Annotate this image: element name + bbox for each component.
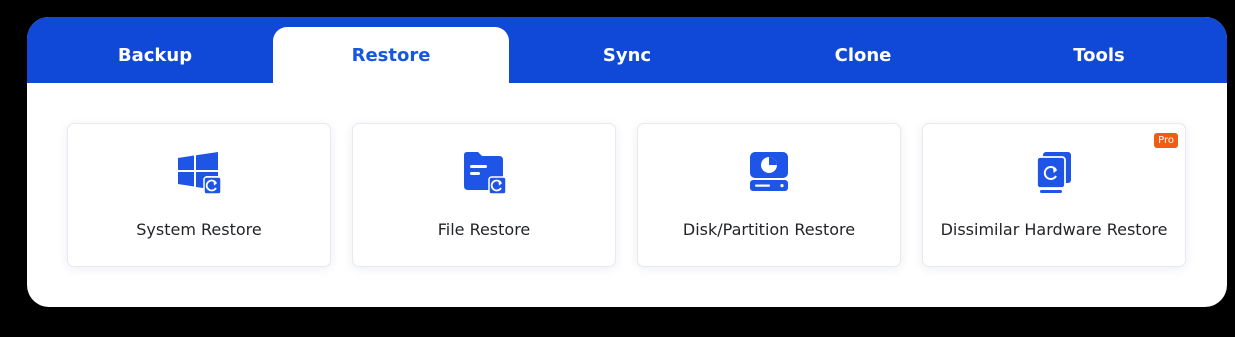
system-restore-card[interactable]: System Restore xyxy=(67,123,331,267)
file-restore-label: File Restore xyxy=(437,220,531,239)
pro-badge: Pro xyxy=(1154,133,1178,148)
tab-restore[interactable]: Restore xyxy=(273,27,509,83)
tab-clone[interactable]: Clone xyxy=(745,27,981,83)
tab-tools[interactable]: Tools xyxy=(981,27,1217,83)
hardware-restore-icon xyxy=(1031,150,1077,196)
tab-sync[interactable]: Sync xyxy=(509,27,745,83)
disk-partition-restore-card[interactable]: Disk/Partition Restore xyxy=(637,123,901,267)
disk-partition-icon xyxy=(746,150,792,196)
dissimilar-hardware-restore-label: Dissimilar Hardware Restore xyxy=(940,220,1168,239)
folder-restore-icon xyxy=(461,150,507,196)
system-restore-label: System Restore xyxy=(136,220,262,239)
disk-partition-restore-label: Disk/Partition Restore xyxy=(682,220,856,239)
file-restore-card[interactable]: File Restore xyxy=(352,123,616,267)
windows-restore-icon xyxy=(176,150,222,196)
restore-panel: Backup Restore Sync Clone Tools System R… xyxy=(27,17,1227,307)
tab-bar: Backup Restore Sync Clone Tools xyxy=(27,17,1227,83)
tab-backup[interactable]: Backup xyxy=(37,27,273,83)
dissimilar-hardware-restore-card[interactable]: Pro Dissimilar Hardware Restore xyxy=(922,123,1186,267)
